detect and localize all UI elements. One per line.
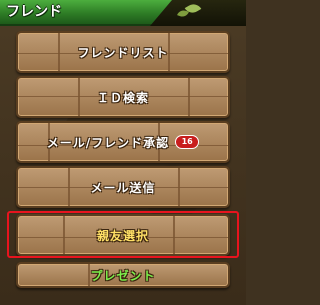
back-button[interactable] bbox=[150, 0, 246, 26]
id-search-button[interactable]: ＩＤ検索 bbox=[16, 76, 230, 118]
present-label: プレゼント bbox=[90, 268, 156, 283]
mail-friend-approval-label: メール/フレンド承認 bbox=[46, 135, 170, 150]
send-mail-button[interactable]: メール送信 bbox=[16, 166, 230, 208]
best-friend-select-label: 親友選択 bbox=[96, 228, 149, 243]
friend-list-label: フレンドリスト bbox=[77, 45, 169, 60]
mail-friend-approval-button[interactable]: メール/フレンド承認 16 bbox=[16, 121, 230, 163]
friend-list-button[interactable]: フレンドリスト bbox=[16, 31, 230, 73]
best-friend-select-button[interactable]: 親友選択 bbox=[16, 214, 230, 256]
menu-panel: フレンドリスト ＩＤ検索 メール/フレンド承認 16 メール送信 親友選択 プレ… bbox=[0, 26, 246, 305]
id-search-label: ＩＤ検索 bbox=[96, 90, 149, 105]
header-bar: フレンド bbox=[0, 0, 246, 26]
mail-friend-approval-label-group: メール/フレンド承認 16 bbox=[18, 123, 228, 161]
present-button[interactable]: プレゼント bbox=[16, 262, 230, 288]
notification-badge: 16 bbox=[175, 135, 200, 149]
send-mail-label: メール送信 bbox=[90, 180, 156, 195]
page-title: フレンド bbox=[6, 4, 62, 20]
